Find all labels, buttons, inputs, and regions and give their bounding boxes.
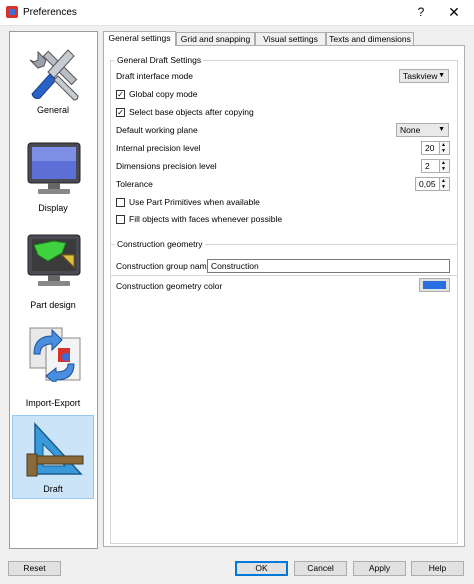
tab-general-settings[interactable]: General settings bbox=[103, 31, 176, 46]
help-button[interactable]: Help bbox=[411, 561, 464, 576]
global-copy-checkbox[interactable]: ✓ Global copy mode bbox=[116, 89, 316, 102]
select-base-label: Select base objects after copying bbox=[129, 107, 254, 117]
internal-precision-value: 20 bbox=[425, 143, 435, 153]
spin-buttons[interactable]: ▲ ▼ bbox=[439, 142, 449, 154]
sidebar-item-label: General bbox=[36, 105, 70, 115]
tolerance-value: 0,05 bbox=[419, 179, 436, 189]
window-title: Preferences bbox=[23, 7, 77, 18]
sidebar-item-import-export[interactable]: Import-Export bbox=[12, 322, 94, 410]
chevron-down-icon: ▼ bbox=[438, 126, 445, 133]
sidebar-item-display[interactable]: Display bbox=[12, 135, 94, 217]
sidebar-item-label: Part design bbox=[30, 300, 76, 310]
spin-buttons[interactable]: ▲ ▼ bbox=[439, 160, 449, 172]
tolerance-spinbox[interactable]: 0,05 ▲ ▼ bbox=[415, 177, 450, 191]
apply-button[interactable]: Apply bbox=[353, 561, 406, 576]
interface-mode-label: Draft interface mode bbox=[116, 71, 194, 81]
use-part-primitives-checkbox[interactable]: Use Part Primitives when available bbox=[116, 197, 336, 210]
color-swatch bbox=[423, 281, 446, 289]
sidebar-item-label: Display bbox=[38, 203, 68, 213]
spin-down-icon: ▼ bbox=[441, 166, 446, 172]
working-plane-select[interactable]: None ▼ bbox=[396, 123, 449, 137]
sidebar-item-general[interactable]: General bbox=[12, 40, 94, 122]
spin-down-icon: ▼ bbox=[441, 148, 446, 154]
sidebar-item-label: Import-Export bbox=[25, 398, 81, 408]
preferences-sidebar: General Display Part design Import-Expor… bbox=[9, 31, 98, 549]
import-export-icon bbox=[29, 327, 81, 382]
reset-button[interactable]: Reset bbox=[8, 561, 61, 576]
select-base-checkbox[interactable]: ✓ Select base objects after copying bbox=[116, 107, 316, 120]
tools-icon bbox=[29, 49, 79, 101]
chevron-down-icon: ▼ bbox=[438, 72, 445, 79]
close-button[interactable]: ✕ bbox=[442, 3, 466, 21]
spin-down-icon: ▼ bbox=[441, 184, 446, 190]
draft-icon bbox=[26, 422, 84, 477]
sidebar-item-label: Draft bbox=[43, 484, 63, 494]
construction-geometry-group: Construction geometry Construction group… bbox=[110, 239, 458, 544]
general-settings-panel: General Draft Settings Draft interface m… bbox=[103, 45, 465, 547]
construction-group-name-input[interactable]: Construction bbox=[207, 259, 450, 273]
dimensions-precision-spinbox[interactable]: 2 ▲ ▼ bbox=[421, 159, 450, 173]
use-part-primitives-label: Use Part Primitives when available bbox=[129, 197, 260, 207]
monitor-icon bbox=[27, 142, 81, 194]
tolerance-label: Tolerance bbox=[116, 179, 153, 189]
tab-texts-and-dimensions[interactable]: Texts and dimensions bbox=[326, 32, 414, 45]
working-plane-label: Default working plane bbox=[116, 125, 198, 135]
spin-buttons[interactable]: ▲ ▼ bbox=[439, 178, 449, 190]
group-title: Construction geometry bbox=[115, 239, 205, 249]
freecad-app-icon bbox=[6, 6, 18, 18]
checkbox-check-icon: ✓ bbox=[116, 108, 125, 117]
tab-grid-and-snapping[interactable]: Grid and snapping bbox=[176, 32, 255, 45]
group-title: General Draft Settings bbox=[115, 55, 204, 65]
sidebar-item-draft[interactable]: Draft bbox=[12, 415, 94, 499]
construction-group-name-label: Construction group name bbox=[116, 261, 212, 271]
checkbox-box bbox=[116, 198, 125, 207]
help-title-button[interactable]: ? bbox=[410, 3, 432, 21]
dimensions-precision-label: Dimensions precision level bbox=[116, 161, 217, 171]
interface-mode-select[interactable]: Taskview ▼ bbox=[399, 69, 449, 83]
working-plane-value: None bbox=[400, 125, 421, 135]
construction-color-label: Construction geometry color bbox=[116, 281, 223, 291]
checkbox-check-icon: ✓ bbox=[116, 90, 125, 99]
part-design-icon bbox=[27, 234, 81, 286]
internal-precision-label: Internal precision level bbox=[116, 143, 201, 153]
ok-button[interactable]: OK bbox=[235, 561, 288, 576]
sidebar-item-part-design[interactable]: Part design bbox=[12, 227, 94, 313]
tab-visual-settings[interactable]: Visual settings bbox=[255, 32, 326, 45]
fill-objects-checkbox[interactable]: Fill objects with faces whenever possibl… bbox=[116, 214, 356, 227]
checkbox-box bbox=[116, 215, 125, 224]
interface-mode-value: Taskview bbox=[403, 71, 438, 81]
internal-precision-spinbox[interactable]: 20 ▲ ▼ bbox=[421, 141, 450, 155]
dimensions-precision-value: 2 bbox=[425, 161, 430, 171]
fill-objects-label: Fill objects with faces whenever possibl… bbox=[129, 214, 283, 224]
construction-color-button[interactable] bbox=[419, 278, 450, 292]
global-copy-label: Global copy mode bbox=[129, 89, 198, 99]
title-bar: Preferences ? ✕ bbox=[0, 0, 474, 26]
cancel-button[interactable]: Cancel bbox=[294, 561, 347, 576]
